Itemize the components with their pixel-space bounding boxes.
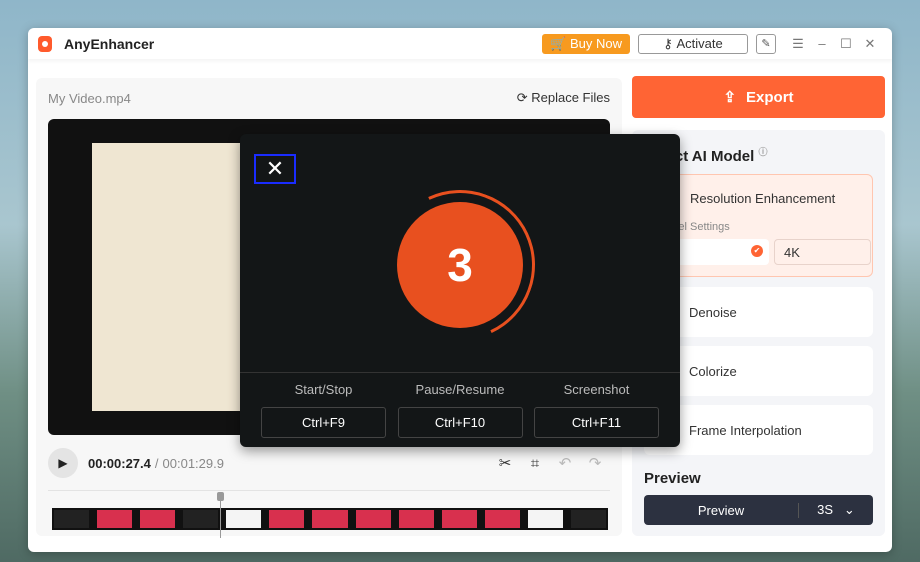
model-label: Frame Interpolation (689, 422, 802, 438)
menu-icon[interactable]: ☰ (786, 36, 810, 52)
model-label: Resolution Enhancement (690, 191, 836, 206)
divider (240, 372, 680, 373)
close-overlay-button[interactable]: ✕ (254, 154, 296, 184)
upload-icon: ⇪ (723, 89, 737, 106)
recording-countdown-overlay: ✕ 3 Start/Stop Ctrl+F9 Pause/Resume Ctrl+F… (240, 134, 680, 447)
shortcut-start-stop: Start/Stop Ctrl+F9 (261, 382, 386, 438)
activate-button[interactable]: ⚷ Activate (638, 33, 748, 54)
shortcut-screenshot: Screenshot Ctrl+F11 (534, 382, 659, 438)
minimize-icon[interactable]: – (810, 36, 834, 51)
timeline-divider (48, 490, 610, 491)
close-window-icon[interactable]: ✕ (858, 36, 882, 52)
app-title: AnyEnhancer (64, 35, 155, 52)
redo-icon[interactable]: ↷ (580, 454, 610, 472)
scissors-icon[interactable]: ✂ (490, 454, 520, 472)
thumbnail (353, 508, 393, 530)
thumbnail (482, 508, 522, 530)
video-frame (92, 143, 242, 411)
timeline-thumbnails[interactable] (52, 508, 609, 530)
info-icon: ⓘ (758, 147, 768, 157)
thumbnail (439, 508, 479, 530)
preview-duration-select[interactable]: 3S ⌄ (799, 502, 873, 518)
chevron-down-icon: ⌄ (843, 502, 855, 517)
title-bar: AnyEnhancer 🛒 Buy Now ⚷ Activate ✎ ☰ – ☐… (28, 28, 892, 59)
crop-icon[interactable]: ⌗ (520, 455, 550, 472)
file-name: My Video.mp4 (48, 91, 131, 106)
thumbnail (396, 508, 436, 530)
maximize-icon[interactable]: ☐ (834, 36, 858, 52)
thumbnail (95, 508, 135, 530)
thumbnail (138, 508, 178, 530)
model-label: Colorize (689, 363, 737, 379)
cart-icon: 🛒 (550, 35, 570, 51)
buy-now-label: Buy Now (569, 36, 622, 51)
preview-title: Preview (644, 470, 701, 487)
undo-icon[interactable]: ↶ (550, 454, 580, 472)
thumbnail (224, 508, 264, 530)
thumbnail (568, 508, 609, 530)
time-separator: / (154, 455, 159, 471)
buy-now-button[interactable]: 🛒 Buy Now (542, 33, 630, 54)
shortcut-label: Screenshot (563, 382, 630, 397)
close-icon: ✕ (265, 156, 285, 181)
total-time: 00:01:29.9 (162, 455, 224, 471)
shortcut-key[interactable]: Ctrl+F10 (397, 407, 523, 438)
shortcut-list: Start/Stop Ctrl+F9 Pause/Resume Ctrl+F10 S… (261, 382, 659, 438)
export-button[interactable]: ⇪ Export (632, 76, 885, 118)
refresh-icon: ⟳ (516, 90, 532, 105)
thumbnail (310, 508, 350, 530)
thumbnail (525, 508, 565, 530)
thumbnail (267, 508, 307, 530)
export-label: Export (746, 88, 794, 106)
shortcut-label: Start/Stop (294, 382, 353, 397)
playhead[interactable] (217, 492, 224, 538)
app-logo-icon (38, 35, 52, 52)
replace-files-label: Replace Files (531, 90, 610, 105)
preview-button[interactable]: Preview (644, 502, 799, 518)
current-time: 00:00:27.4 (88, 455, 151, 471)
activate-label: Activate (676, 36, 723, 51)
play-button[interactable]: ▶ (48, 448, 78, 478)
model-label: Denoise (689, 304, 737, 320)
shortcut-pause-resume: Pause/Resume Ctrl+F10 (397, 382, 523, 438)
shortcut-label: Pause/Resume (415, 382, 505, 397)
key-icon: ⚷ (663, 35, 677, 51)
preview-control: Preview 3S ⌄ (644, 495, 873, 525)
thumbnail (52, 508, 92, 530)
feedback-button[interactable]: ✎ (756, 33, 776, 54)
playback-controls: ▶ 00:00:27.4 / 00:01:29.9 ✂ ⌗ ↶ ↷ (48, 448, 610, 478)
shortcut-key[interactable]: Ctrl+F11 (534, 407, 659, 438)
play-icon: ▶ (58, 456, 68, 470)
thumbnail (181, 508, 221, 530)
replace-files-button[interactable]: ⟳ Replace Files (517, 90, 610, 106)
pen-icon: ✎ (761, 38, 771, 50)
shortcut-key[interactable]: Ctrl+F9 (261, 407, 386, 438)
resolution-select[interactable]: 4K (774, 239, 871, 265)
countdown-number: 3 (397, 202, 523, 328)
